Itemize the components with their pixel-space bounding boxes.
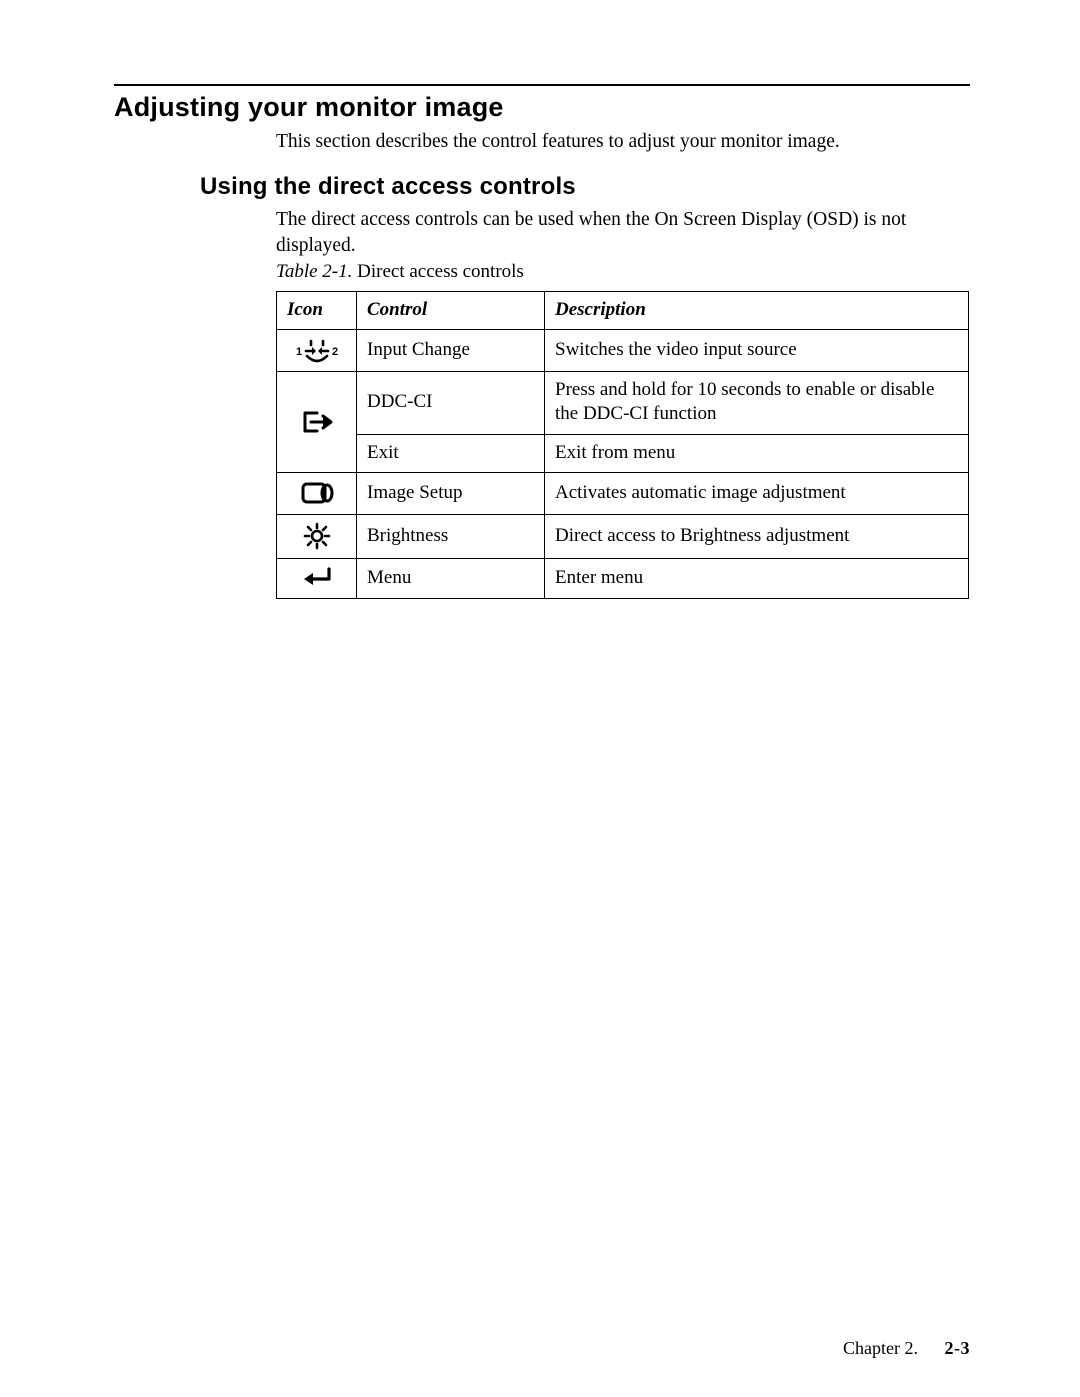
cell-control: Exit [357, 434, 545, 472]
table-header-row: Icon Control Description [277, 291, 969, 329]
footer-page-number: 2-3 [945, 1338, 971, 1358]
cell-description: Press and hold for 10 seconds to enable … [545, 372, 969, 435]
cell-control: Image Setup [357, 473, 545, 515]
section-intro: This section describes the control featu… [276, 129, 970, 155]
cell-description: Direct access to Brightness adjustment [545, 515, 969, 559]
table-caption-label: Table 2-1. [276, 261, 352, 282]
cell-control: Menu [357, 559, 545, 599]
section-title: Adjusting your monitor image [114, 92, 970, 123]
table-row: 1 2 Input Change Switches the video inpu… [277, 330, 969, 372]
cell-control: Input Change [357, 330, 545, 372]
subsection-intro: The direct access controls can be used w… [276, 207, 970, 258]
table-row: Image Setup Activates automatic image ad… [277, 473, 969, 515]
table-row: Menu Enter menu [277, 559, 969, 599]
exit-arrow-icon [277, 372, 357, 473]
cell-description: Exit from menu [545, 434, 969, 472]
table-row: Brightness Direct access to Brightness a… [277, 515, 969, 559]
cell-control: DDC-CI [357, 372, 545, 435]
page-footer: Chapter 2. 2-3 [843, 1338, 970, 1359]
col-header-description: Description [545, 291, 969, 329]
cell-control: Brightness [357, 515, 545, 559]
cell-description: Enter menu [545, 559, 969, 599]
document-page: Adjusting your monitor image This sectio… [0, 0, 1080, 1397]
table-caption-text: Direct access controls [357, 261, 524, 282]
image-setup-icon [277, 473, 357, 515]
input-change-icon: 1 2 [277, 330, 357, 372]
table-row: Exit Exit from menu [277, 434, 969, 472]
svg-text:2: 2 [332, 346, 338, 358]
svg-text:1: 1 [296, 346, 302, 358]
cell-description: Switches the video input source [545, 330, 969, 372]
table-row: DDC-CI Press and hold for 10 seconds to … [277, 372, 969, 435]
menu-enter-icon [277, 559, 357, 599]
section-rule [114, 84, 970, 86]
footer-chapter: Chapter 2. [843, 1338, 918, 1358]
brightness-icon [277, 515, 357, 559]
col-header-control: Control [357, 291, 545, 329]
table-caption: Table 2-1. Direct access controls [276, 261, 970, 283]
cell-description: Activates automatic image adjustment [545, 473, 969, 515]
col-header-icon: Icon [277, 291, 357, 329]
direct-access-controls-table: Icon Control Description [276, 291, 969, 599]
subsection-title: Using the direct access controls [200, 173, 970, 201]
